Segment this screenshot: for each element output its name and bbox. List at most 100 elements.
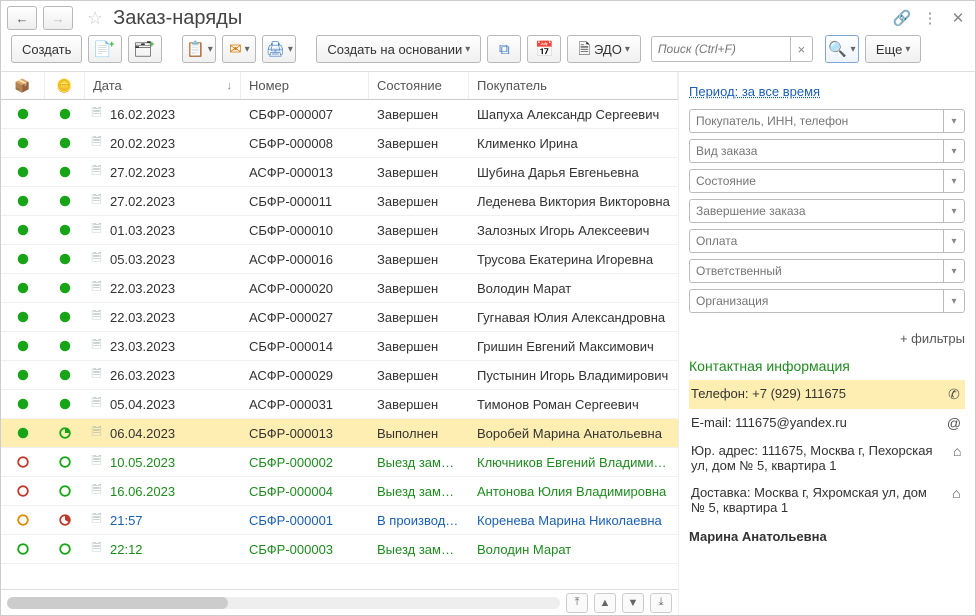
create-button[interactable]: Создать	[11, 35, 82, 63]
structure-button[interactable]: ⧉	[487, 35, 521, 63]
date-cell: 🗎22.03.2023	[85, 281, 241, 296]
state-cell: Выезд заме…	[369, 455, 469, 470]
more-filters-link[interactable]: + фильтры	[689, 331, 965, 346]
search-input[interactable]	[651, 36, 791, 62]
contact-phone-row[interactable]: Телефон: +7 (929) 111675 ✆	[689, 380, 965, 409]
more-button[interactable]: Еще	[865, 35, 921, 63]
home-icon[interactable]: ⌂	[950, 485, 963, 501]
buyer-cell: Леденева Виктория Викторовна	[469, 194, 678, 209]
table-row[interactable]: 🗎26.03.2023АСФР-000029ЗавершенПустынин И…	[1, 361, 678, 390]
close-icon[interactable]: ✕	[947, 7, 969, 29]
at-icon[interactable]: @	[945, 415, 963, 431]
edo-icon: 🗎	[578, 42, 590, 57]
col-state[interactable]: Состояние	[369, 72, 469, 99]
horizontal-scrollbar[interactable]	[7, 597, 560, 609]
table-row[interactable]: 🗎22:12СБФР-000003Выезд заме…Володин Мара…	[1, 535, 678, 564]
filter-input[interactable]	[689, 289, 943, 313]
col-number[interactable]: Номер	[241, 72, 369, 99]
filter-dropdown-button[interactable]: ▾	[943, 169, 965, 193]
print-button[interactable]: 🖨	[262, 35, 296, 63]
table-row[interactable]: 🗎05.04.2023АСФР-000031ЗавершенТимонов Ро…	[1, 390, 678, 419]
col-date-label: Дата	[93, 78, 122, 93]
table-row[interactable]: 🗎27.02.2023СБФР-000011ЗавершенЛеденева В…	[1, 187, 678, 216]
table-row[interactable]: 🗎01.03.2023СБФР-000010ЗавершенЗалозных И…	[1, 216, 678, 245]
table-row[interactable]: 🗎21:57СБФР-000001В производ…Коренева Мар…	[1, 506, 678, 535]
col-status2[interactable]: 🪙	[45, 72, 85, 99]
number-cell: АСФР-000027	[241, 310, 369, 325]
number-cell: АСФР-000020	[241, 281, 369, 296]
contact-delivery-row[interactable]: Доставка: Москва г, Яхромская ул, дом № …	[689, 479, 965, 521]
col-buyer[interactable]: Покупатель	[469, 72, 678, 99]
status1-cell	[1, 281, 45, 295]
search-clear-button[interactable]: ×	[791, 36, 813, 62]
pager-next[interactable]: ▼	[622, 593, 644, 613]
home-icon[interactable]: ⌂	[951, 443, 963, 459]
table-row[interactable]: 🗎16.02.2023СБФР-000007ЗавершенШапуха Але…	[1, 100, 678, 129]
filter-dropdown-button[interactable]: ▾	[943, 259, 965, 283]
document-icon: 📄	[93, 42, 112, 57]
edo-label: ЭДО	[594, 42, 622, 57]
table-row[interactable]: 🗎06.04.2023СБФР-000013ВыполненВоробей Ма…	[1, 419, 678, 448]
state-cell: Завершен	[369, 194, 469, 209]
table-row[interactable]: 🗎20.02.2023СБФР-000008ЗавершенКлименко И…	[1, 129, 678, 158]
table-row[interactable]: 🗎23.03.2023СБФР-000014ЗавершенГришин Евг…	[1, 332, 678, 361]
table-row[interactable]: 🗎27.02.2023АСФР-000013ЗавершенШубина Дар…	[1, 158, 678, 187]
print-form-button[interactable]: 📋	[182, 35, 216, 63]
period-button[interactable]: 📅	[527, 35, 561, 63]
filter-dropdown-button[interactable]: ▾	[943, 139, 965, 163]
status2-cell	[45, 107, 85, 121]
col-status1[interactable]: 📦	[1, 72, 45, 99]
date-cell: 🗎23.03.2023	[85, 339, 241, 354]
link-icon[interactable]: 🔗	[891, 7, 913, 29]
buyer-cell: Володин Марат	[469, 281, 678, 296]
filter-dropdown-button[interactable]: ▾	[943, 229, 965, 253]
table-row[interactable]: 🗎05.03.2023АСФР-000016ЗавершенТрусова Ек…	[1, 245, 678, 274]
filter-input[interactable]	[689, 199, 943, 223]
document-row-icon: 🗎	[89, 223, 104, 238]
search-go-button[interactable]: 🔍 ▾	[825, 35, 859, 63]
buyer-cell: Тимонов Роман Сергеевич	[469, 397, 678, 412]
status2-cell	[45, 426, 85, 440]
table-row[interactable]: 🗎16.06.2023СБФР-000004Выезд заме…Антонов…	[1, 477, 678, 506]
state-cell: Завершен	[369, 281, 469, 296]
pager-last[interactable]: ⤓	[650, 593, 672, 613]
document-row-icon: 🗎	[89, 542, 104, 557]
favorite-star-icon[interactable]: ☆	[87, 8, 103, 29]
filter-input[interactable]	[689, 109, 943, 133]
number-cell: АСФР-000029	[241, 368, 369, 383]
phone-icon[interactable]: ✆	[945, 386, 963, 403]
kebab-menu-icon[interactable]: ⋮	[919, 7, 941, 29]
email-value: 111675@yandex.ru	[735, 415, 847, 430]
document-row-icon: 🗎	[89, 397, 104, 412]
filter-input[interactable]	[689, 139, 943, 163]
table-row[interactable]: 🗎10.05.2023СБФР-000002Выезд заме…Ключник…	[1, 448, 678, 477]
edo-button[interactable]: 🗎 ЭДО	[567, 35, 641, 63]
filter-dropdown-button[interactable]: ▾	[943, 289, 965, 313]
status1-cell	[1, 252, 45, 266]
nav-back-button[interactable]: ←	[7, 6, 37, 30]
filter-input[interactable]	[689, 229, 943, 253]
calendar-icon: 📅	[535, 42, 554, 57]
pager-prev[interactable]: ▲	[594, 593, 616, 613]
date-cell: 🗎27.02.2023	[85, 165, 241, 180]
create-copy-button[interactable]: 📄	[88, 35, 122, 63]
table-row[interactable]: 🗎22.03.2023АСФР-000020ЗавершенВолодин Ма…	[1, 274, 678, 303]
filter-dropdown-button[interactable]: ▾	[943, 199, 965, 223]
col-date[interactable]: Дата↓	[85, 72, 241, 99]
pager-first[interactable]: ⤒	[566, 593, 588, 613]
period-link[interactable]: Период: за все время	[689, 84, 965, 99]
buyer-cell: Воробей Марина Анатольевна	[469, 426, 678, 441]
nav-forward-button[interactable]: →	[43, 6, 73, 30]
contact-legal-row[interactable]: Юр. адрес: 111675, Москва г, Пехорская у…	[689, 437, 965, 479]
sheet-icon: 📋	[186, 42, 205, 57]
filter-input[interactable]	[689, 259, 943, 283]
filter-input[interactable]	[689, 169, 943, 193]
filter-dropdown-button[interactable]: ▾	[943, 109, 965, 133]
email-button[interactable]: ✉	[222, 35, 256, 63]
date-cell: 🗎27.02.2023	[85, 194, 241, 209]
create-based-button[interactable]: Создать на основании	[316, 35, 481, 63]
contact-email-row[interactable]: E-mail: 111675@yandex.ru @	[689, 409, 965, 437]
document-row-icon: 🗎	[89, 484, 104, 499]
create-folder-button[interactable]: 🗂	[128, 35, 162, 63]
table-row[interactable]: 🗎22.03.2023АСФР-000027ЗавершенГугнавая Ю…	[1, 303, 678, 332]
